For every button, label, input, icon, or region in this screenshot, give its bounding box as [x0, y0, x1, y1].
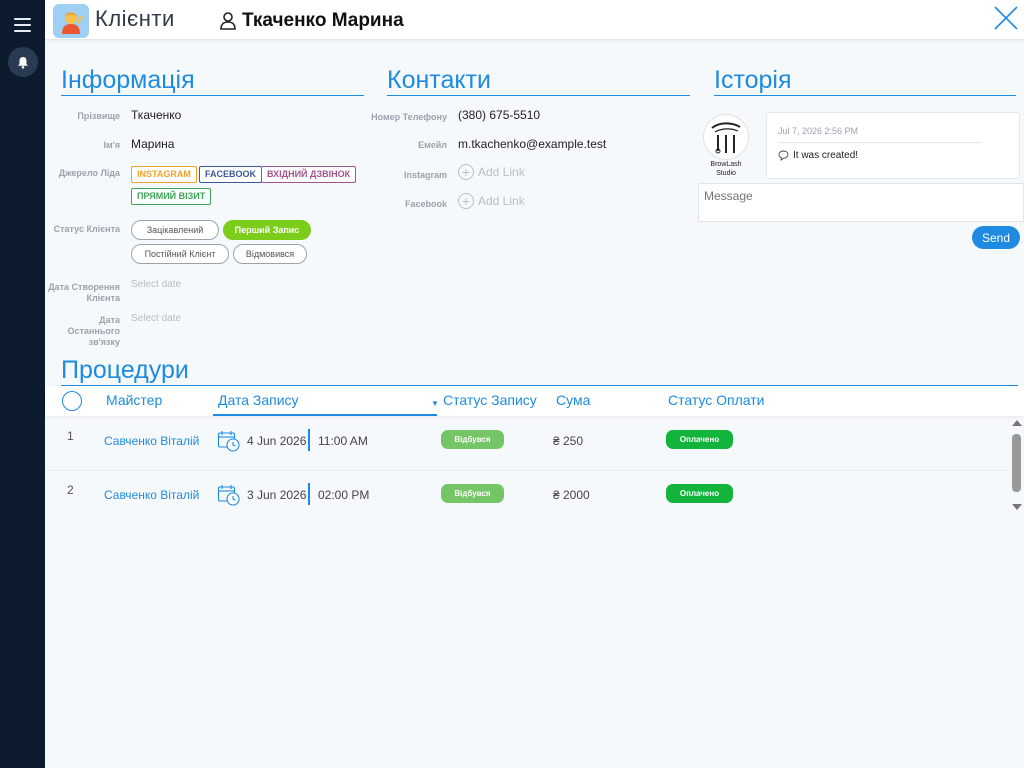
studio-name-line2: Studio: [716, 170, 736, 177]
phone-label: Номер Телефону: [371, 112, 447, 122]
header: Клієнти Ткаченко Марина: [45, 0, 1024, 40]
col-date[interactable]: Дата Запису: [213, 392, 437, 416]
history-entry-date: Jul 7, 2026 2:56 PM: [778, 126, 859, 136]
phone-value[interactable]: (380) 675-5510: [458, 108, 540, 122]
payment-status-badge[interactable]: Оплачено: [666, 484, 733, 503]
created-date-label: Дата Створення Клієнта: [45, 282, 120, 304]
row-time: 02:00 PM: [318, 488, 370, 502]
studio-logo: [703, 114, 749, 160]
row-date: 3 Jun 2026: [247, 488, 307, 502]
calendar-clock-icon: [217, 485, 240, 506]
surname-label: Прізвище: [77, 111, 120, 121]
created-date-label-line1: Дата Створення: [48, 282, 120, 292]
name-label: Ім'я: [103, 140, 120, 150]
client-name: Ткаченко Марина: [242, 10, 404, 31]
email-value[interactable]: m.tkachenko@example.test: [458, 137, 606, 151]
scrollbar-thumb[interactable]: [1012, 434, 1021, 492]
procedures-section-title: Процедури: [61, 356, 1018, 386]
app-title: Клієнти: [95, 6, 175, 31]
last-contact-date-picker[interactable]: Select date: [131, 313, 181, 324]
calendar-clock-icon: [217, 431, 240, 452]
col-booking-status[interactable]: Статус Запису: [443, 392, 537, 408]
info-section-title: Інформація: [61, 66, 364, 96]
row-date: 4 Jun 2026: [247, 434, 307, 448]
user-icon: [220, 12, 236, 30]
facebook-label: Facebook: [404, 199, 447, 209]
row-number: 2: [67, 483, 74, 497]
plus-circle-icon: +: [458, 193, 474, 209]
facebook-add-link-label: Add Link: [478, 194, 525, 208]
payment-status-badge[interactable]: Оплачено: [666, 430, 733, 449]
select-all-checkbox[interactable]: [62, 391, 82, 411]
status-interested[interactable]: Зацікавлений: [131, 220, 219, 240]
last-contact-label-line1: Дата Останнього: [67, 315, 120, 336]
lead-tag-direct-visit[interactable]: ПРЯМИЙ ВІЗИТ: [131, 188, 212, 205]
facebook-add-link[interactable]: + Add Link: [458, 193, 525, 209]
instagram-add-link[interactable]: + Add Link: [458, 164, 525, 180]
left-rail: [0, 0, 45, 768]
name-value: Марина: [131, 137, 175, 151]
row-time: 11:00 AM: [318, 434, 368, 448]
scroll-up-arrow[interactable]: [1012, 420, 1022, 426]
person-emoji-icon: [62, 12, 83, 34]
procedures-table-header: Майстер Дата Запису ▼ Статус Запису Сума…: [45, 386, 1024, 416]
studio-name-line1: BrowLash: [710, 161, 742, 168]
close-icon[interactable]: [992, 4, 1020, 32]
surname-value: Ткаченко: [131, 108, 182, 122]
history-entry: Jul 7, 2026 2:56 PM It was created!: [766, 112, 1020, 179]
table-row[interactable]: 2 Савченко Віталій 3 Jun 2026 02:00 PM В…: [45, 471, 1008, 525]
booking-status-badge[interactable]: Відбувся: [441, 484, 504, 503]
history-entry-text-row: It was created!: [778, 150, 858, 161]
studio-name: BrowLash Studio: [700, 160, 752, 178]
col-master[interactable]: Майстер: [106, 392, 162, 408]
row-date-divider: [308, 429, 310, 451]
row-master-link[interactable]: Савченко Віталій: [104, 434, 199, 448]
status-declined[interactable]: Відмовився: [233, 244, 307, 264]
lead-tag-instagram[interactable]: INSTAGRAM: [131, 166, 197, 183]
menu-icon[interactable]: [14, 18, 31, 32]
lead-source-label: Джерело Ліда: [58, 168, 120, 178]
lead-tag-facebook[interactable]: FACEBOOK: [199, 166, 263, 183]
col-sum[interactable]: Сума: [556, 392, 590, 408]
row-sum: ₴ 250: [553, 434, 584, 448]
status-regular-client[interactable]: Постійний Клієнт: [131, 244, 229, 264]
notifications-button[interactable]: [8, 47, 38, 77]
table-row[interactable]: 1 Савченко Віталій 4 Jun 2026 11:00 AM В…: [45, 417, 1008, 471]
lead-tag-incoming-call[interactable]: ВХІДНИЙ ДЗВІНОК: [261, 166, 357, 183]
last-contact-label-line2: зв'язку: [88, 337, 120, 347]
row-number: 1: [67, 429, 74, 443]
history-entry-text: It was created!: [793, 150, 859, 161]
col-payment-status[interactable]: Статус Оплати: [668, 392, 765, 408]
bell-icon: [18, 56, 28, 69]
app-logo: [53, 4, 89, 38]
contacts-section-title: Контакти: [387, 66, 690, 96]
last-contact-label: Дата Останнього зв'язку: [45, 315, 120, 348]
message-input[interactable]: [698, 183, 1024, 222]
row-master-link[interactable]: Савченко Віталій: [104, 488, 199, 502]
status-first-booking[interactable]: Перший Запис: [223, 220, 311, 240]
sort-desc-icon[interactable]: ▼: [431, 399, 439, 408]
row-sum: ₴ 2000: [553, 488, 590, 502]
created-date-label-line2: Клієнта: [86, 293, 120, 303]
send-button[interactable]: Send: [972, 226, 1020, 249]
instagram-add-link-label: Add Link: [478, 165, 525, 179]
email-label: Емейл: [418, 140, 447, 150]
row-date-divider: [308, 483, 310, 505]
booking-status-badge[interactable]: Відбувся: [441, 430, 504, 449]
client-header: Ткаченко Марина: [220, 10, 404, 32]
comment-icon: [778, 150, 789, 161]
scroll-down-arrow[interactable]: [1012, 504, 1022, 510]
client-status-label: Статус Клієнта: [53, 224, 120, 234]
plus-circle-icon: +: [458, 164, 474, 180]
history-section-title: Історія: [714, 66, 1016, 96]
created-date-picker[interactable]: Select date: [131, 279, 181, 290]
brow-lash-logo-icon: [711, 122, 741, 154]
instagram-label: Instagram: [403, 170, 447, 180]
history-entry-divider: [778, 142, 982, 143]
